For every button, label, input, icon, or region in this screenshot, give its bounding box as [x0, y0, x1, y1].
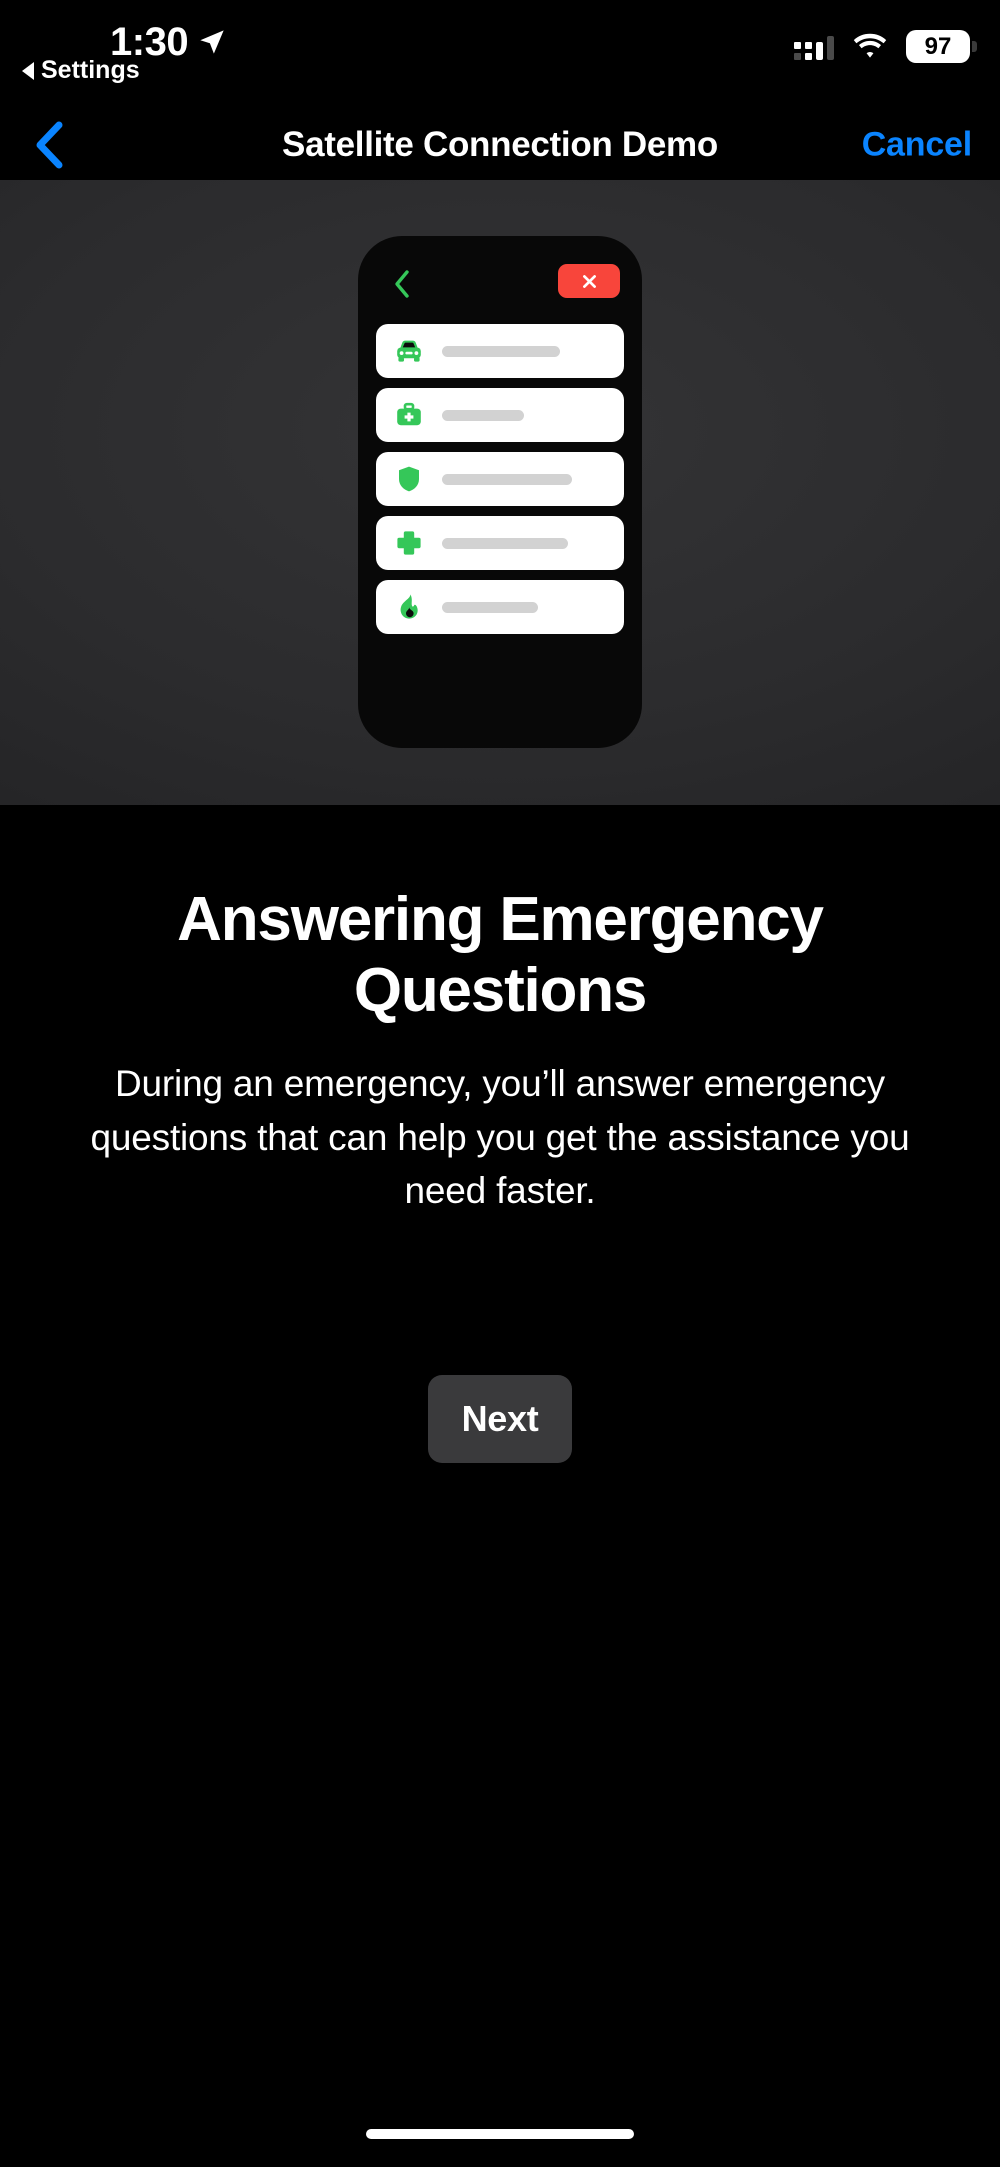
next-button[interactable]: Next	[428, 1375, 572, 1463]
list-item[interactable]	[376, 580, 624, 634]
phone-mockup-back-button[interactable]	[384, 266, 420, 302]
next-button-label: Next	[461, 1398, 539, 1439]
battery-indicator: 97	[906, 30, 977, 63]
shield-icon	[394, 464, 424, 494]
cross-icon	[394, 528, 424, 558]
status-right-group: 97	[794, 30, 977, 63]
list-item[interactable]	[376, 388, 624, 442]
status-back-app-label: Settings	[41, 56, 140, 84]
status-bar: 1:30 Settings 97	[0, 0, 1000, 110]
list-item[interactable]	[376, 324, 624, 378]
content-panel: Answering Emergency Questions During an …	[0, 805, 1000, 2167]
headline: Answering Emergency Questions	[177, 885, 824, 1025]
list-item-placeholder-bar	[442, 409, 524, 421]
chevron-left-icon	[395, 270, 409, 298]
list-item-placeholder-bar	[442, 537, 568, 549]
illustration-panel	[0, 180, 1000, 805]
phone-mockup-close-button[interactable]	[558, 264, 620, 298]
page-title: Satellite Connection Demo	[282, 125, 718, 164]
list-item[interactable]	[376, 516, 624, 570]
car-icon	[394, 336, 424, 366]
cellular-signal-icon	[794, 34, 834, 60]
wifi-icon	[853, 33, 887, 58]
close-x-icon	[582, 274, 596, 288]
flame-icon	[394, 592, 424, 622]
satellite-connection-demo-screen: 1:30 Settings 97 Satellite Connection De…	[0, 0, 1000, 2167]
status-back-to-app[interactable]: Settings	[22, 56, 140, 85]
location-arrow-icon	[200, 30, 224, 54]
battery-percent-label: 97	[924, 32, 952, 60]
phone-mockup-header	[358, 258, 642, 312]
phone-mockup-option-list	[376, 324, 624, 634]
phone-mockup	[358, 236, 642, 748]
list-item-placeholder-bar	[442, 473, 572, 485]
list-item-placeholder-bar	[442, 345, 560, 357]
navigation-bar: Satellite Connection Demo Cancel	[0, 110, 1000, 180]
body-text: During an emergency, you’ll answer emerg…	[90, 1063, 910, 1212]
list-item-placeholder-bar	[442, 601, 538, 613]
medical-kit-icon	[394, 400, 424, 430]
cancel-button[interactable]: Cancel	[862, 126, 972, 165]
list-item[interactable]	[376, 452, 624, 506]
triangle-left-icon	[22, 61, 34, 80]
home-indicator[interactable]	[366, 2129, 634, 2139]
